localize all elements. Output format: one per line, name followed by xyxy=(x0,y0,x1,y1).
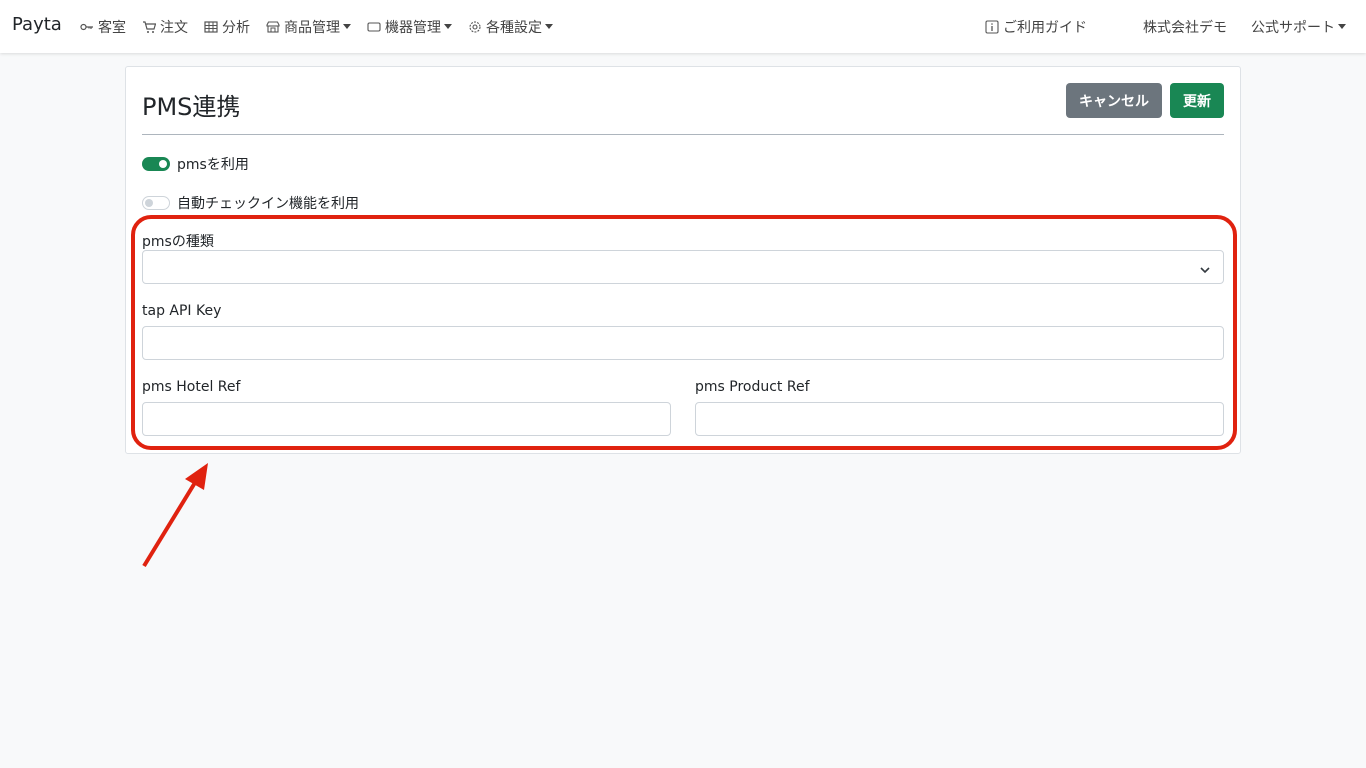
pms-product-ref-input[interactable] xyxy=(695,402,1224,436)
guide-label: ご利用ガイド xyxy=(1003,19,1087,36)
caret-down-icon xyxy=(444,24,452,29)
use-pms-label: pmsを利用 xyxy=(177,157,249,173)
pms-type-select[interactable] xyxy=(142,250,1224,284)
tap-api-key-input[interactable] xyxy=(142,326,1224,360)
chevron-down-icon xyxy=(1199,261,1211,274)
page-title: PMS連携 xyxy=(142,93,241,121)
nav-item-label: 機器管理 xyxy=(385,19,441,36)
nav-item-label: 分析 xyxy=(222,19,250,36)
pms-hotel-ref-label: pms Hotel Ref xyxy=(142,379,241,395)
nav-item-label: 各種設定 xyxy=(486,19,542,36)
support-dropdown[interactable]: 公式サポート xyxy=(1251,17,1346,37)
tap-api-key-label: tap API Key xyxy=(142,303,222,319)
user-guide-link[interactable]: ご利用ガイド xyxy=(985,17,1087,37)
info-icon xyxy=(985,19,999,34)
nav-item-label: 注文 xyxy=(160,19,188,36)
nav-item-analytics[interactable]: 分析 xyxy=(204,17,250,37)
nav-item-label: 客室 xyxy=(98,19,126,36)
company-name: 株式会社デモ xyxy=(1143,17,1227,37)
nav-item-products[interactable]: 商品管理 xyxy=(266,17,351,37)
shop-icon xyxy=(266,20,280,34)
nav-right-menu: ご利用ガイド 株式会社デモ 公式サポート xyxy=(985,0,1346,53)
caret-down-icon xyxy=(343,24,351,29)
cancel-button[interactable]: キャンセル xyxy=(1066,83,1162,118)
nav-item-rooms[interactable]: 客室 xyxy=(80,17,126,37)
table-icon xyxy=(204,20,218,34)
pms-type-label: pmsの種類 xyxy=(142,234,214,250)
annotation-arrow xyxy=(142,463,208,568)
caret-down-icon xyxy=(545,24,553,29)
tablet-icon xyxy=(367,20,381,34)
caret-down-icon xyxy=(1338,24,1346,29)
nav-menu: 客室 注文 分析 商品管理 機器管理 各種設定 xyxy=(80,0,569,53)
use-pms-toggle[interactable] xyxy=(142,157,170,171)
pms-product-ref-label: pms Product Ref xyxy=(695,379,810,395)
brand-logo[interactable]: Payta xyxy=(12,14,62,35)
key-icon xyxy=(80,20,94,34)
auto-checkin-row: 自動チェックイン機能を利用 xyxy=(142,193,359,213)
title-divider xyxy=(142,134,1224,135)
use-pms-row: pmsを利用 xyxy=(142,154,249,174)
cart-icon xyxy=(142,20,156,34)
update-button[interactable]: 更新 xyxy=(1170,83,1224,118)
pms-hotel-ref-input[interactable] xyxy=(142,402,671,436)
auto-checkin-label: 自動チェックイン機能を利用 xyxy=(177,196,359,212)
nav-item-settings[interactable]: 各種設定 xyxy=(468,17,553,37)
auto-checkin-toggle[interactable] xyxy=(142,196,170,210)
nav-item-orders[interactable]: 注文 xyxy=(142,17,188,37)
company-label: 株式会社デモ xyxy=(1143,19,1227,36)
pms-settings-card: PMS連携 キャンセル 更新 pmsを利用 自動チェックイン機能を利用 pmsの… xyxy=(125,66,1241,454)
gear-icon xyxy=(468,20,482,34)
nav-item-devices[interactable]: 機器管理 xyxy=(367,17,452,37)
top-navbar: Payta 客室 注文 分析 商品管理 機器管理 各種設定 ご利用ガイド 株式会… xyxy=(0,0,1366,53)
nav-item-label: 商品管理 xyxy=(284,19,340,36)
support-label: 公式サポート xyxy=(1251,19,1335,36)
